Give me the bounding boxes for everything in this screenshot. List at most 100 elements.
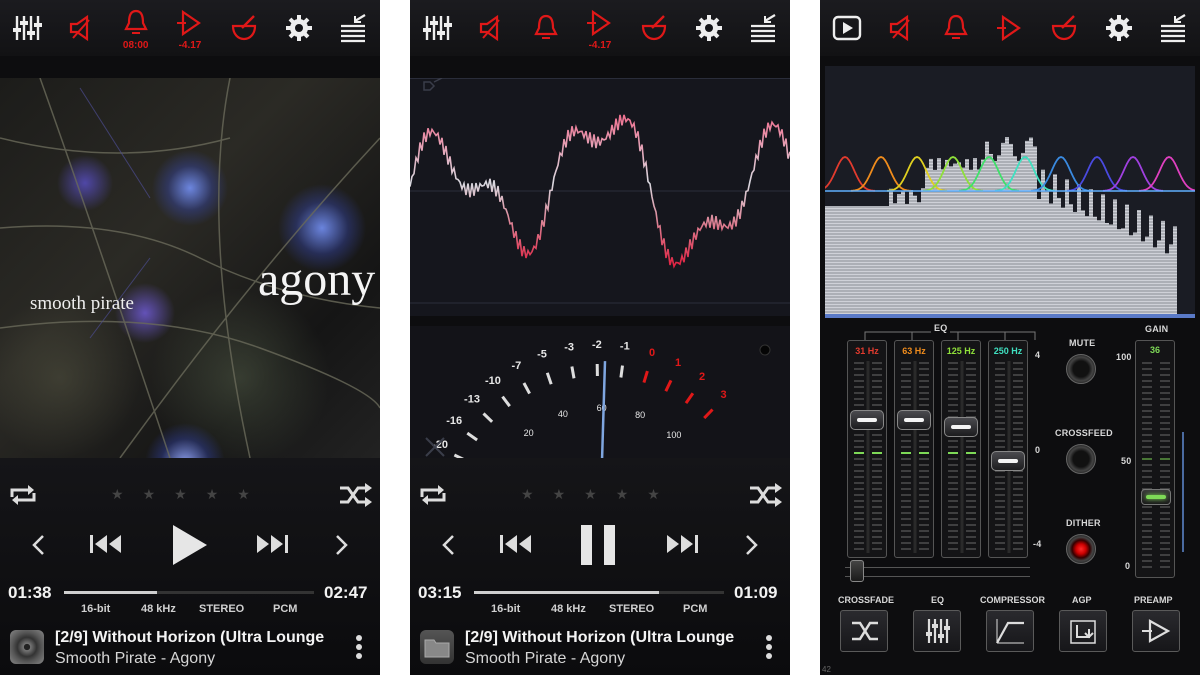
eq-fader-ticks [948, 361, 976, 553]
time-remaining: 02:47 [324, 583, 368, 602]
top-toolbar [820, 0, 1200, 56]
replaygain-value: -4.17 [588, 40, 612, 51]
eq-fader-ticks [901, 361, 929, 553]
volume-button[interactable] [469, 3, 513, 53]
eq-fader-125hz[interactable]: 125 Hz [941, 340, 981, 558]
next-track-button[interactable] [662, 528, 702, 560]
replaygain-button[interactable]: -4.17 [578, 3, 622, 53]
star-icon[interactable]: ★ [206, 486, 219, 503]
settings-button[interactable] [687, 3, 731, 53]
format-rate: 48 kHz [551, 603, 586, 615]
now-playing-button[interactable] [825, 3, 869, 53]
corner-label: 42 [822, 665, 831, 674]
vu-meter[interactable]: -20-16-13-10-7-5-3-2-10123 020406080100 [410, 326, 790, 467]
volume-button[interactable] [59, 3, 103, 53]
prev-folder-button[interactable] [436, 530, 460, 560]
chevron-left-icon [32, 535, 44, 555]
volume-button[interactable] [879, 3, 923, 53]
eq-fader-250hz[interactable]: 250 Hz [988, 340, 1028, 558]
star-icon[interactable]: ★ [111, 486, 124, 503]
play-button[interactable] [160, 518, 216, 572]
top-toolbar: 08:00 -4.17 [0, 0, 380, 56]
dsp-button[interactable] [222, 3, 266, 53]
replaygain-button[interactable]: -4.17 [168, 3, 212, 53]
agp-button[interactable] [1059, 610, 1107, 652]
disc-icon[interactable] [10, 630, 44, 664]
star-icon[interactable]: ★ [584, 486, 597, 503]
mixer-button[interactable] [415, 3, 459, 53]
next-folder-button[interactable] [330, 530, 354, 560]
next-track-button[interactable] [252, 528, 292, 560]
rating-stars[interactable]: ★ ★ ★ ★ ★ [521, 486, 660, 503]
folder-icon[interactable] [420, 630, 454, 664]
eq-fader-knob[interactable] [850, 409, 884, 430]
gain-fader[interactable]: 36 [1135, 340, 1175, 578]
sleep-timer-button[interactable] [934, 3, 978, 53]
balance-knob[interactable] [850, 560, 864, 582]
crossfeed-toggle[interactable] [1066, 444, 1096, 474]
repeat-button[interactable] [416, 480, 450, 510]
play-box-icon [832, 15, 862, 41]
vu-outer-label: -13 [464, 393, 480, 405]
balance-slider[interactable] [845, 567, 1030, 577]
repeat-button[interactable] [6, 480, 40, 510]
settings-button[interactable] [1097, 3, 1141, 53]
pause-icon [581, 525, 615, 565]
previous-track-button[interactable] [496, 528, 536, 560]
compressor-button[interactable] [986, 610, 1034, 652]
settings-button[interactable] [277, 3, 321, 53]
eq-button[interactable] [913, 610, 961, 652]
star-icon[interactable]: ★ [616, 486, 629, 503]
crossfade-button[interactable] [840, 610, 888, 652]
track-artist-album[interactable]: Smooth Pirate - Agony [465, 650, 625, 668]
track-title[interactable]: [2/9] Without Horizon (Ultra Lounge [465, 629, 734, 647]
star-icon[interactable]: ★ [647, 486, 660, 503]
play-icon [173, 525, 207, 565]
playlist-button[interactable] [1151, 3, 1195, 53]
gain-knob[interactable] [1141, 489, 1171, 505]
replaygain-button[interactable] [988, 3, 1032, 53]
shuffle-button[interactable] [748, 480, 784, 510]
mortar-icon [232, 15, 257, 41]
track-title[interactable]: [2/9] Without Horizon (Ultra Lounge [55, 629, 324, 647]
format-channels: STEREO [609, 603, 655, 615]
prev-folder-button[interactable] [26, 530, 50, 560]
speaker-icon [890, 14, 911, 42]
track-artist-album[interactable]: Smooth Pirate - Agony [55, 650, 215, 668]
shuffle-button[interactable] [338, 480, 374, 510]
dither-toggle[interactable] [1066, 534, 1096, 564]
mute-toggle[interactable] [1066, 354, 1096, 384]
waveform-visualizer[interactable] [410, 77, 790, 316]
mixer-button[interactable] [5, 3, 49, 53]
seek-bar[interactable] [64, 591, 314, 594]
star-icon[interactable]: ★ [521, 486, 534, 503]
eq-fader-ticks [854, 361, 882, 553]
sliders-icon [423, 16, 453, 40]
dsp-button[interactable] [1042, 3, 1086, 53]
next-folder-button[interactable] [740, 530, 764, 560]
eq-fader-knob[interactable] [897, 409, 931, 430]
eq-fader-31hz[interactable]: 31 Hz [847, 340, 887, 558]
eq-fader-63hz[interactable]: 63 Hz [894, 340, 934, 558]
pause-button[interactable] [574, 520, 622, 570]
previous-track-button[interactable] [86, 528, 126, 560]
star-icon[interactable]: ★ [174, 486, 187, 503]
star-icon[interactable]: ★ [553, 486, 566, 503]
skip-previous-icon [90, 535, 121, 553]
sleep-timer-button[interactable]: 08:00 [114, 3, 158, 53]
star-icon[interactable]: ★ [143, 486, 156, 503]
playlist-button[interactable] [331, 3, 375, 53]
sleep-timer-button[interactable] [524, 3, 568, 53]
rating-stars[interactable]: ★ ★ ★ ★ ★ [111, 486, 250, 503]
eq-fader-knob[interactable] [991, 451, 1025, 471]
vu-tick [703, 408, 714, 420]
eq-fader-knob[interactable] [944, 416, 978, 437]
preamp-button[interactable] [1132, 610, 1180, 652]
dsp-button[interactable] [632, 3, 676, 53]
overflow-menu-icon[interactable] [356, 635, 362, 662]
star-icon[interactable]: ★ [237, 486, 250, 503]
overflow-menu-icon[interactable] [766, 635, 772, 662]
spectrum-analyzer[interactable] [820, 65, 1200, 318]
playlist-button[interactable] [741, 3, 785, 53]
seek-bar[interactable] [474, 591, 724, 594]
